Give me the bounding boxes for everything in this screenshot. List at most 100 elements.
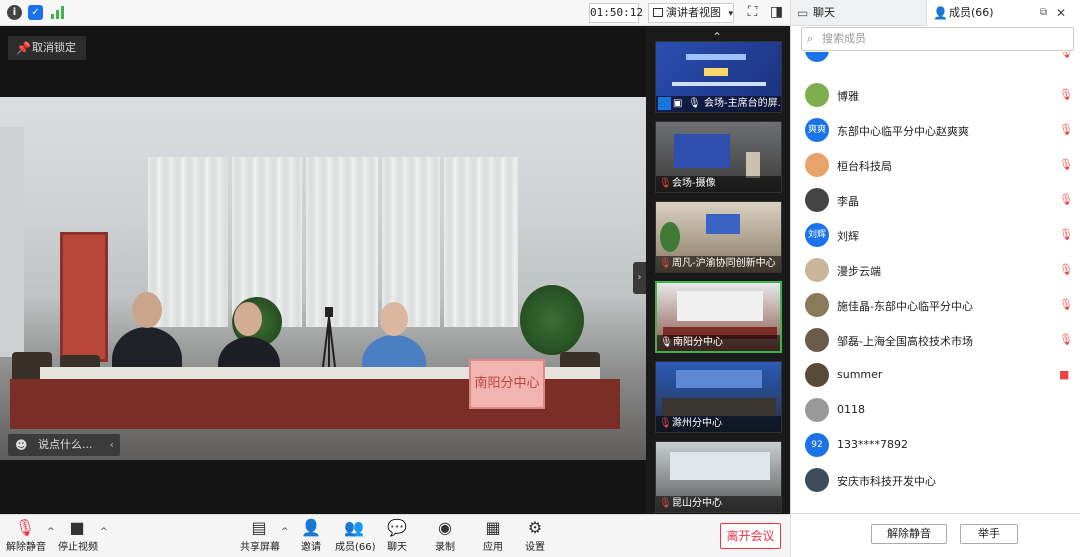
thumbnail-1[interactable]: 🎙 会场-摄像 bbox=[655, 121, 782, 193]
emoji-icon[interactable]: ☻ bbox=[15, 434, 28, 456]
member-name: 漫步云端 bbox=[837, 265, 881, 278]
members-button[interactable]: 👥 成员(66) bbox=[335, 518, 376, 553]
chat-icon: ▭ bbox=[797, 6, 809, 20]
chevron-down-icon: ▾ bbox=[728, 9, 734, 19]
member-name: 邹磊-上海全国高校技术市场 bbox=[837, 335, 973, 348]
settings-button[interactable]: ⚙ 设置 bbox=[522, 518, 548, 553]
thumb-label-text: 会场-主席台的屏... bbox=[704, 98, 781, 109]
view-mode-dropdown[interactable]: 演讲者视图 ▾ bbox=[648, 3, 734, 23]
sidebar-toggle-icon[interactable]: ◨ bbox=[768, 4, 785, 21]
list-item[interactable]: 漫步云端 🎙 bbox=[791, 253, 1080, 288]
thumbnail-0[interactable]: 会场-主席台的屏... 👤 ▣ 🎙 bbox=[655, 41, 782, 113]
list-item[interactable]: 李晶 🎙 bbox=[791, 183, 1080, 218]
gear-icon: ⚙ bbox=[527, 518, 543, 537]
user-icon: 👤 bbox=[933, 6, 948, 20]
chevron-left-icon[interactable]: ‹ bbox=[110, 434, 114, 456]
thumb-screen bbox=[706, 214, 740, 234]
thumb-podium bbox=[746, 152, 760, 178]
thumb-slide-content bbox=[676, 370, 762, 388]
list-item[interactable]: 爽爽 东部中心临平分中心赵爽爽 🎙 bbox=[791, 113, 1080, 148]
list-item[interactable]: 🎙 bbox=[791, 52, 1080, 68]
raise-hand-button[interactable]: 举手 bbox=[960, 524, 1018, 544]
tab-members-label: 成员(66) bbox=[949, 6, 994, 19]
mic-icon: 🎙 bbox=[688, 98, 701, 109]
right-panel: ▭ 聊天 👤 成员(66) ⧉ ✕ ⌕ 搜索成员 🎙 博雅 🎙 爽爽 东部中心临… bbox=[790, 0, 1080, 557]
leave-meeting-button[interactable]: 离开会议 bbox=[720, 523, 781, 549]
list-item[interactable]: 桓台科技局 🎙 bbox=[791, 148, 1080, 183]
popout-icon[interactable]: ⧉ bbox=[1040, 0, 1047, 26]
comment-placeholder: 说点什么... bbox=[38, 438, 93, 451]
stop-video-label: 停止视频 bbox=[58, 542, 98, 553]
share-screen-label: 共享屏幕 bbox=[240, 542, 280, 553]
info-icon[interactable]: i bbox=[7, 5, 22, 20]
curtain-mid2 bbox=[306, 157, 378, 327]
view-mode-icon bbox=[653, 8, 663, 17]
avatar: 92 bbox=[805, 433, 829, 457]
thumbnail-2[interactable]: 🎙 周凡-沪渝协同创新中心 bbox=[655, 201, 782, 273]
list-item[interactable]: 0118 bbox=[791, 393, 1080, 428]
list-item[interactable]: 安庆市科技开发中心 bbox=[791, 463, 1080, 498]
bottom-toolbar: 🎙 解除静音 ^ ■ 停止视频 ^ ▤ 共享屏幕 ^ 👤 邀请 👥 成员(66)… bbox=[0, 514, 790, 557]
signal-icon[interactable] bbox=[50, 5, 65, 20]
apps-grid-icon: ▦ bbox=[485, 518, 501, 537]
mic-muted-icon: 🎙 bbox=[1059, 263, 1073, 276]
list-item[interactable]: summer ■ bbox=[791, 358, 1080, 393]
unpin-button[interactable]: 📌 取消锁定 bbox=[8, 36, 86, 60]
avatar bbox=[805, 363, 829, 387]
thumb-label-text: 滁州分中心 bbox=[672, 418, 722, 429]
list-item[interactable]: 刘辉 刘辉 🎙 bbox=[791, 218, 1080, 253]
avatar bbox=[805, 293, 829, 317]
list-item[interactable]: 博雅 🎙 bbox=[791, 78, 1080, 113]
attendee-middle-head bbox=[234, 302, 262, 336]
thumbnail-4[interactable]: 🎙 滁州分中心 bbox=[655, 361, 782, 433]
wall-panel bbox=[0, 127, 24, 357]
search-placeholder: 搜索成员 bbox=[822, 32, 866, 45]
search-icon: ⌕ bbox=[807, 32, 814, 45]
invite-button[interactable]: 👤 邀请 bbox=[296, 518, 326, 553]
search-members-input[interactable]: ⌕ 搜索成员 bbox=[801, 27, 1074, 51]
tab-chat[interactable]: ▭ 聊天 bbox=[791, 0, 926, 26]
mic-muted-icon: 🎙 bbox=[659, 258, 672, 269]
apps-button[interactable]: ▦ 应用 bbox=[480, 518, 506, 553]
unmute-button[interactable]: 🎙 解除静音 bbox=[6, 518, 46, 553]
list-item[interactable]: 92 133****7892 bbox=[791, 428, 1080, 463]
record-button[interactable]: ◉ 录制 bbox=[432, 518, 458, 553]
avatar bbox=[805, 468, 829, 492]
mic-muted-icon: 🎙 bbox=[659, 178, 672, 189]
member-name: 安庆市科技开发中心 bbox=[837, 475, 936, 488]
thumb-label: 🎙 会场-摄像 bbox=[656, 176, 781, 192]
curtain-right bbox=[444, 157, 518, 327]
stop-video-button[interactable]: ■ 停止视频 bbox=[58, 518, 98, 553]
mic-icon: 🎙 bbox=[660, 337, 673, 348]
member-name: 刘辉 bbox=[837, 230, 859, 243]
thumb-label: 🎙 滁州分中心 bbox=[656, 416, 781, 432]
chevron-down-icon[interactable]: ⌄ bbox=[712, 490, 722, 504]
unmute-all-button[interactable]: 解除静音 bbox=[871, 524, 947, 544]
unpin-label: 取消锁定 bbox=[32, 41, 76, 54]
list-item[interactable]: 施佳晶-东部中心临平分中心 🎙 bbox=[791, 288, 1080, 323]
fullscreen-icon[interactable]: ⛶ bbox=[744, 4, 761, 21]
mic-muted-icon: 🎙 bbox=[1059, 123, 1073, 136]
chevron-up-icon[interactable]: ^ bbox=[100, 527, 108, 537]
chevron-up-icon[interactable]: ^ bbox=[281, 527, 289, 537]
screen-share-icon: ▣ bbox=[673, 98, 683, 109]
share-screen-button[interactable]: ▤ 共享屏幕 bbox=[240, 518, 280, 553]
attendee-right-head bbox=[380, 302, 408, 336]
mic-muted-icon: 🎙 bbox=[1059, 88, 1073, 101]
mic-muted-icon: 🎙 bbox=[659, 418, 672, 429]
mic-muted-icon: 🎙 bbox=[1059, 193, 1073, 206]
thumb-audience bbox=[662, 398, 776, 416]
thumbnail-3[interactable]: 🎙 南阳分中心 bbox=[655, 281, 782, 353]
mic-muted-icon: 🎙 bbox=[1059, 52, 1073, 59]
close-icon[interactable]: ✕ bbox=[1056, 0, 1066, 26]
record-icon: ◉ bbox=[438, 518, 452, 537]
avatar bbox=[805, 52, 829, 62]
tab-members[interactable]: 👤 成员(66) ⧉ ✕ bbox=[926, 0, 1080, 26]
collapse-strip-button[interactable]: › bbox=[633, 262, 646, 294]
list-item[interactable]: 邹磊-上海全国高校技术市场 🎙 bbox=[791, 323, 1080, 358]
shield-icon[interactable]: ✓ bbox=[28, 5, 43, 20]
chevron-up-icon[interactable]: ^ bbox=[47, 527, 55, 537]
chat-button[interactable]: 💬 聊天 bbox=[384, 518, 410, 553]
comment-bar[interactable]: ☻ 说点什么... ‹ bbox=[8, 434, 120, 456]
thumbnail-strip: ⌃ 会场-主席台的屏... 👤 ▣ 🎙 🎙 会场-摄像 🎙 周凡-沪渝协同创新中… bbox=[646, 26, 790, 514]
